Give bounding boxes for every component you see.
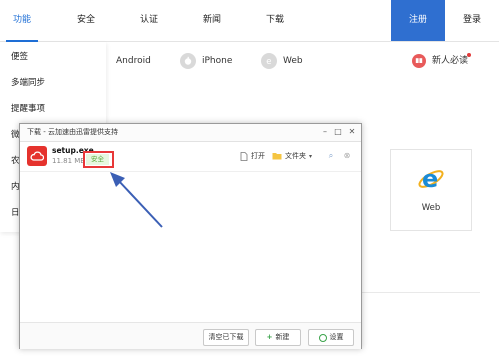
dropdown-item-reminders[interactable]: 提醒事项: [11, 102, 45, 114]
dialog-title: 下载 - 云加速由迅雷提供支持: [27, 128, 118, 136]
row-divider: [20, 171, 361, 172]
apple-icon: [180, 53, 196, 69]
clear-downloaded-button[interactable]: 清空已下载: [203, 329, 249, 346]
register-button[interactable]: 注册: [391, 0, 445, 41]
open-file-button[interactable]: 打开: [240, 151, 265, 161]
highlight-box: [83, 151, 114, 168]
newbie-guide-label: 新人必读: [432, 56, 469, 66]
dialog-footer: 清空已下载 + 新建 设置: [20, 322, 361, 349]
svg-text:e: e: [266, 57, 271, 66]
plus-icon: +: [266, 333, 273, 341]
web-download-card[interactable]: e Web: [390, 149, 472, 231]
file-size: 11.81 MB: [52, 157, 86, 165]
dropdown-item-notes[interactable]: 便签: [11, 50, 28, 62]
folder-icon: [272, 153, 282, 160]
maximize-icon[interactable]: □: [332, 126, 344, 138]
chevron-down-icon[interactable]: ▾: [309, 153, 312, 160]
platform-android[interactable]: Android: [100, 50, 151, 72]
internet-explorer-icon: e: [418, 165, 444, 193]
login-button[interactable]: 登录: [455, 0, 489, 41]
top-navigation: 功能 安全 认证 新闻 下载 注册 登录: [0, 0, 499, 42]
clear-label: 清空已下载: [208, 333, 244, 341]
document-icon: [240, 151, 248, 161]
android-platform-label: Android: [116, 56, 151, 66]
download-dialog: 下载 - 云加速由迅雷提供支持 – □ ✕ setup.exe 11.81 MB…: [19, 123, 362, 349]
dropdown-item-sync[interactable]: 多端同步: [11, 76, 45, 88]
cancel-icon[interactable]: ⊗: [341, 150, 353, 162]
close-icon[interactable]: ✕: [346, 126, 358, 138]
new-download-button[interactable]: + 新建: [255, 329, 301, 346]
open-folder-button[interactable]: 文件夹 ▾: [272, 151, 312, 161]
search-icon[interactable]: ⌕: [325, 150, 337, 162]
book-icon: [412, 54, 426, 68]
divider: [360, 292, 480, 293]
settings-label: 设置: [329, 333, 344, 341]
tab-security[interactable]: 安全: [70, 0, 102, 41]
platform-web[interactable]: e Web: [261, 50, 303, 72]
new-label: 新建: [275, 333, 290, 341]
gear-icon: [318, 333, 327, 342]
tab-download[interactable]: 下载: [259, 0, 291, 41]
platform-iphone[interactable]: iPhone: [180, 50, 232, 72]
dialog-titlebar[interactable]: 下载 - 云加速由迅雷提供支持 – □ ✕: [20, 124, 361, 142]
web-platform-label: Web: [283, 56, 303, 66]
settings-button[interactable]: 设置: [308, 329, 354, 346]
tab-features[interactable]: 功能: [6, 0, 38, 42]
minimize-icon[interactable]: –: [319, 126, 331, 138]
open-label: 打开: [251, 152, 265, 160]
folder-label: 文件夹: [285, 152, 306, 160]
tab-news[interactable]: 新闻: [196, 0, 228, 41]
tab-certification[interactable]: 认证: [133, 0, 165, 41]
svg-text:e: e: [422, 165, 438, 193]
ie-icon: e: [261, 53, 277, 69]
cloud-file-icon: [27, 146, 47, 166]
iphone-platform-label: iPhone: [202, 56, 233, 66]
notification-dot: [467, 53, 471, 57]
newbie-guide-link[interactable]: 新人必读: [412, 50, 468, 72]
web-card-label: Web: [421, 203, 441, 213]
